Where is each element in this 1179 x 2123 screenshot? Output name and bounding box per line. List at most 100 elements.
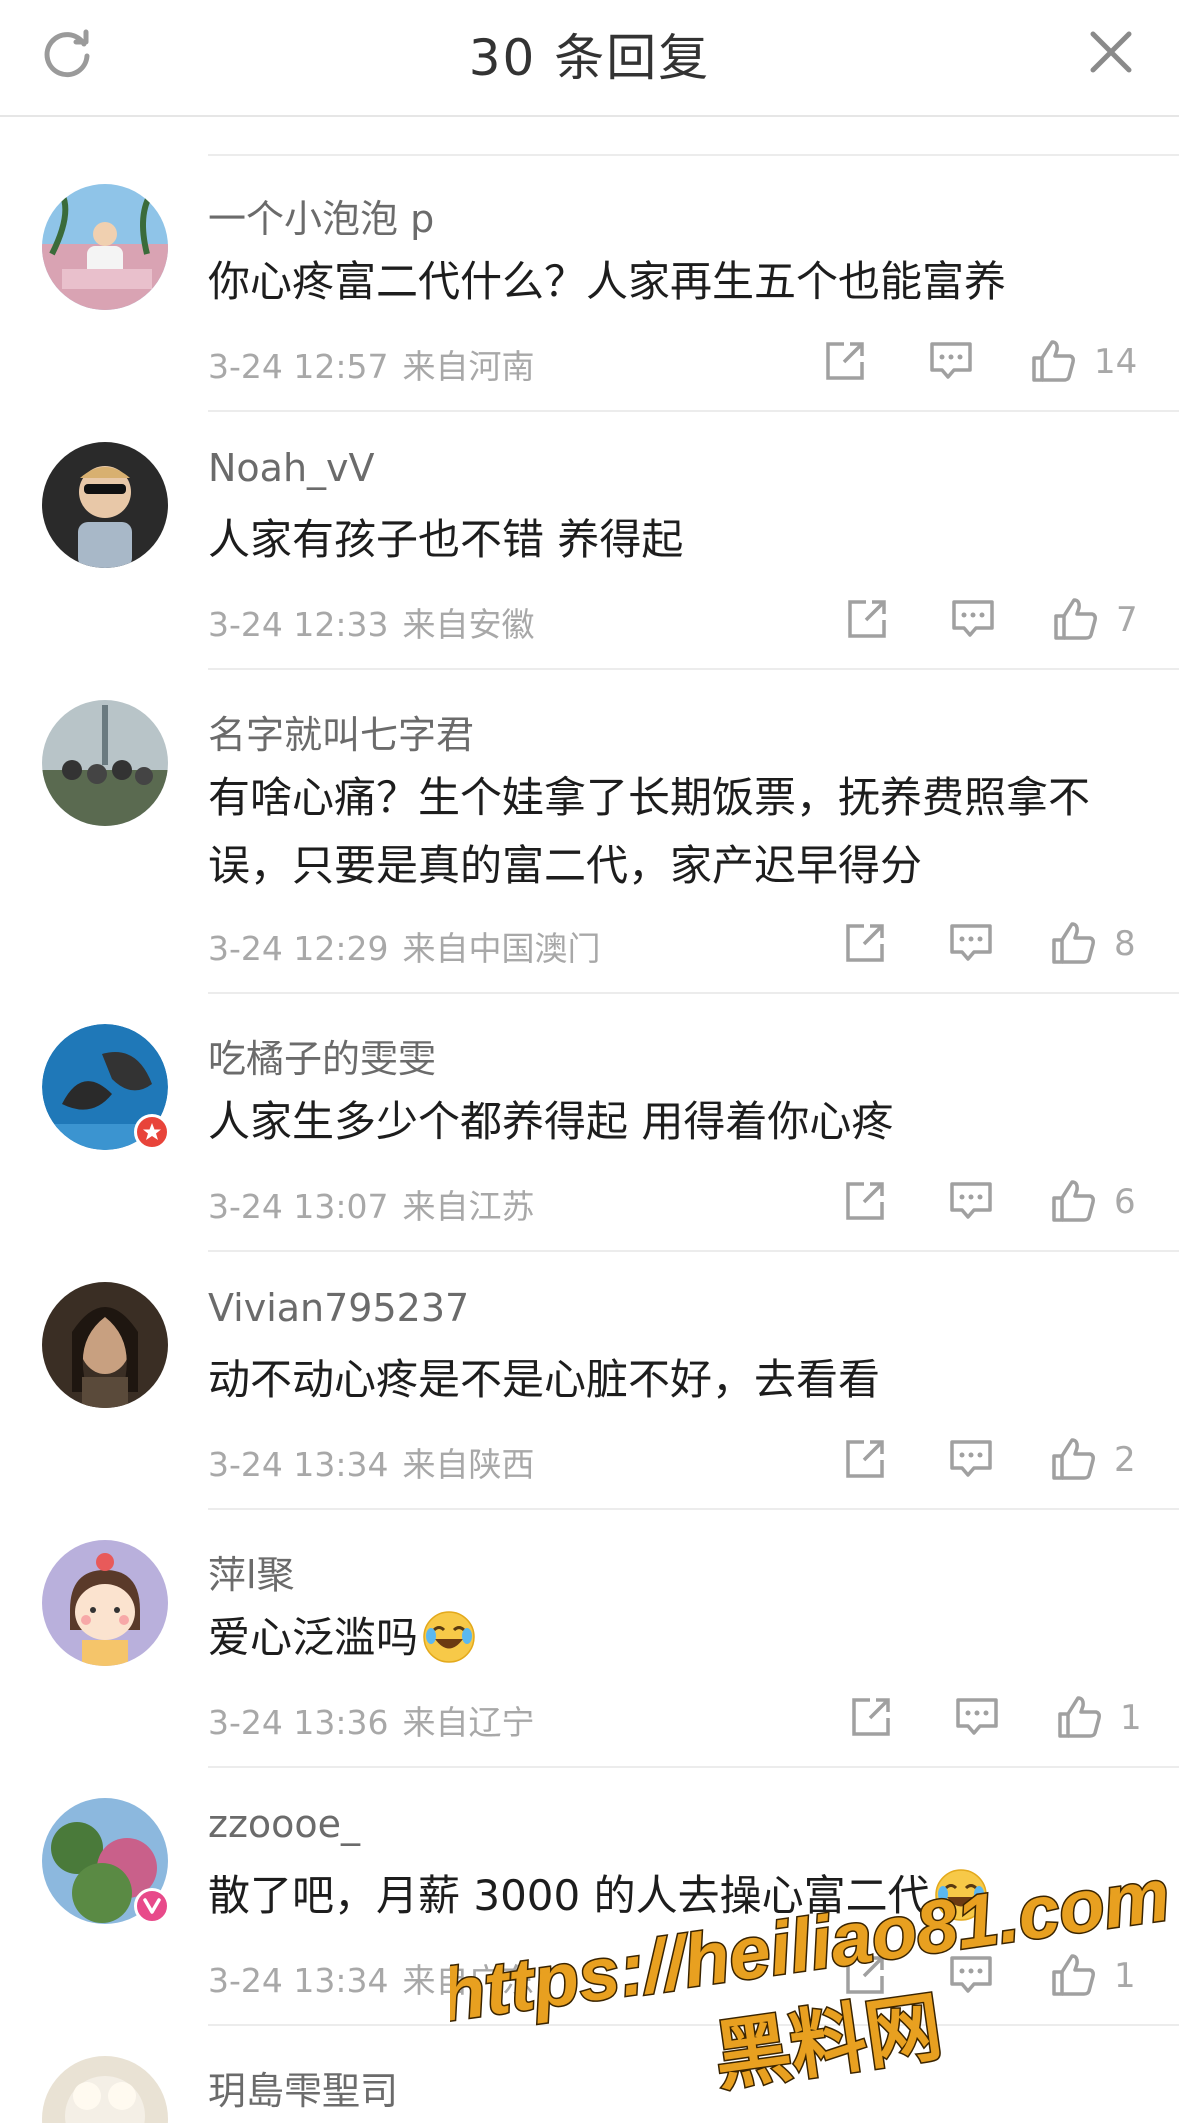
verified-badge-icon (134, 1114, 170, 1150)
comment-text: 有啥心痛？生个娃拿了长期饭票，抚养费照拿不误，只要是真的富二代，家产迟早得分 (208, 773, 1091, 890)
comment-actions: 6 (842, 1178, 1152, 1228)
like-count: 2 (1114, 1440, 1136, 1480)
vip-badge-icon (134, 1888, 170, 1924)
laugh-cry-emoji-icon (934, 1869, 987, 1921)
avatar[interactable] (42, 2056, 168, 2123)
avatar[interactable] (42, 1798, 170, 1924)
comment-time: 3-24 13:36 (208, 1703, 389, 1742)
comment-location: 来自安徽 (402, 605, 535, 644)
reply-icon (956, 1698, 998, 1735)
comment-location: 来自江苏 (402, 1187, 535, 1226)
share-button[interactable] (842, 920, 888, 966)
like-button[interactable] (1030, 338, 1076, 384)
comment-text: 动不动心疼是不是心脏不好，去看看 (208, 1355, 881, 1404)
comment-item: 玥島雫聖司 (0, 2026, 1179, 2123)
share-button[interactable] (848, 1694, 894, 1740)
comment-item: Noah_vV 人家有孩子也不错 养得起 3-24 12:33 来自安徽 7 (0, 412, 1179, 670)
comment-meta: 3-24 13:34 来自广东 (208, 1954, 535, 2002)
reply-icon (930, 342, 972, 379)
reply-button[interactable] (954, 1694, 1000, 1740)
reply-icon (950, 1182, 992, 1219)
comment-time: 3-24 12:29 (208, 929, 389, 968)
share-button[interactable] (842, 1952, 888, 1998)
avatar[interactable] (42, 1282, 168, 1408)
replies-header: 30 条回复 (0, 0, 1179, 117)
comment-meta: 3-24 12:33 来自安徽 (208, 598, 535, 646)
like-button[interactable] (1056, 1694, 1102, 1740)
share-button[interactable] (844, 596, 890, 642)
reply-button[interactable] (950, 596, 996, 642)
reply-button[interactable] (948, 1952, 994, 1998)
share-icon (846, 1440, 884, 1478)
comment-username[interactable]: 一个小泡泡 p (208, 188, 434, 243)
like-count: 7 (1116, 600, 1138, 640)
like-count: 1 (1120, 1698, 1142, 1738)
like-icon (1052, 1180, 1095, 1222)
comment-username[interactable]: Vivian795237 (208, 1286, 469, 1330)
close-button[interactable] (1081, 22, 1141, 82)
share-button[interactable] (822, 338, 868, 384)
comment-time: 3-24 13:34 (208, 1961, 389, 2000)
like-count: 8 (1114, 924, 1136, 964)
like-icon (1032, 340, 1075, 382)
avatar[interactable] (42, 1540, 168, 1666)
like-icon (1058, 1696, 1101, 1738)
comment-time: 3-24 12:33 (208, 605, 389, 644)
comment-item: 名字就叫七字君 有啥心痛？生个娃拿了长期饭票，抚养费照拿不误，只要是真的富二代，… (0, 670, 1179, 994)
like-count: 14 (1094, 342, 1138, 382)
avatar[interactable] (42, 184, 168, 310)
comment-location: 来自河南 (402, 347, 535, 386)
reply-button[interactable] (948, 920, 994, 966)
comment-actions: 1 (842, 1952, 1152, 2002)
comment-username[interactable]: 名字就叫七字君 (208, 704, 474, 759)
comment-actions: 14 (822, 338, 1152, 388)
comment-actions: 1 (848, 1694, 1158, 1744)
comment-time: 3-24 12:57 (208, 347, 389, 386)
like-icon (1054, 598, 1097, 640)
share-icon (846, 1182, 884, 1220)
share-icon (848, 600, 886, 638)
laugh-cry-emoji-icon (423, 1611, 475, 1663)
comment-meta: 3-24 13:34 来自陕西 (208, 1438, 535, 1486)
comment-item: 一个小泡泡 p 你心疼富二代什么？人家再生五个也能富养 3-24 12:57 来自… (0, 154, 1179, 412)
reply-button[interactable] (948, 1178, 994, 1224)
comment-username[interactable]: 玥島雫聖司 (208, 2060, 398, 2115)
share-icon (846, 1956, 884, 1994)
avatar[interactable] (42, 442, 168, 568)
reply-icon (950, 1956, 992, 1993)
like-icon (1052, 922, 1095, 964)
reply-button[interactable] (928, 338, 974, 384)
comment-username[interactable]: 吃橘子的雯雯 (208, 1028, 436, 1083)
comment-actions: 7 (844, 596, 1144, 646)
comment-meta: 3-24 13:36 来自辽宁 (208, 1696, 535, 1744)
comment-actions: 8 (842, 920, 1152, 970)
like-button[interactable] (1050, 1952, 1096, 1998)
comment-text-row: 爱心泛滥吗 (208, 1604, 1108, 1672)
comment-time: 3-24 13:07 (208, 1187, 389, 1226)
share-icon (826, 342, 864, 380)
comment-text: 人家有孩子也不错 养得起 (208, 515, 684, 564)
share-icon (846, 924, 884, 962)
like-button[interactable] (1052, 596, 1098, 642)
comment-meta: 3-24 12:57 来自河南 (208, 340, 535, 388)
comment-location: 来自辽宁 (402, 1703, 535, 1742)
like-button[interactable] (1050, 1436, 1096, 1482)
comment-username[interactable]: Noah_vV (208, 446, 375, 490)
comment-meta: 3-24 13:07 来自江苏 (208, 1180, 535, 1228)
comment-username[interactable]: zzoooe_ (208, 1802, 360, 1846)
like-button[interactable] (1050, 1178, 1096, 1224)
like-icon (1052, 1954, 1095, 1996)
avatar[interactable] (42, 1024, 170, 1150)
comment-item: 吃橘子的雯雯 人家生多少个都养得起 用得着你心疼 3-24 13:07 来自江苏 … (0, 994, 1179, 1252)
comment-username[interactable]: 萍l聚 (208, 1544, 295, 1599)
share-button[interactable] (842, 1178, 888, 1224)
avatar[interactable] (42, 700, 168, 826)
comment-text: 人家生多少个都养得起 用得着你心疼 (208, 1097, 894, 1146)
like-button[interactable] (1050, 920, 1096, 966)
share-icon (852, 1698, 890, 1736)
comment-location: 来自陕西 (402, 1445, 535, 1484)
reply-button[interactable] (948, 1436, 994, 1482)
comment-location: 来自中国澳门 (402, 929, 601, 968)
like-count: 6 (1114, 1182, 1136, 1222)
share-button[interactable] (842, 1436, 888, 1482)
